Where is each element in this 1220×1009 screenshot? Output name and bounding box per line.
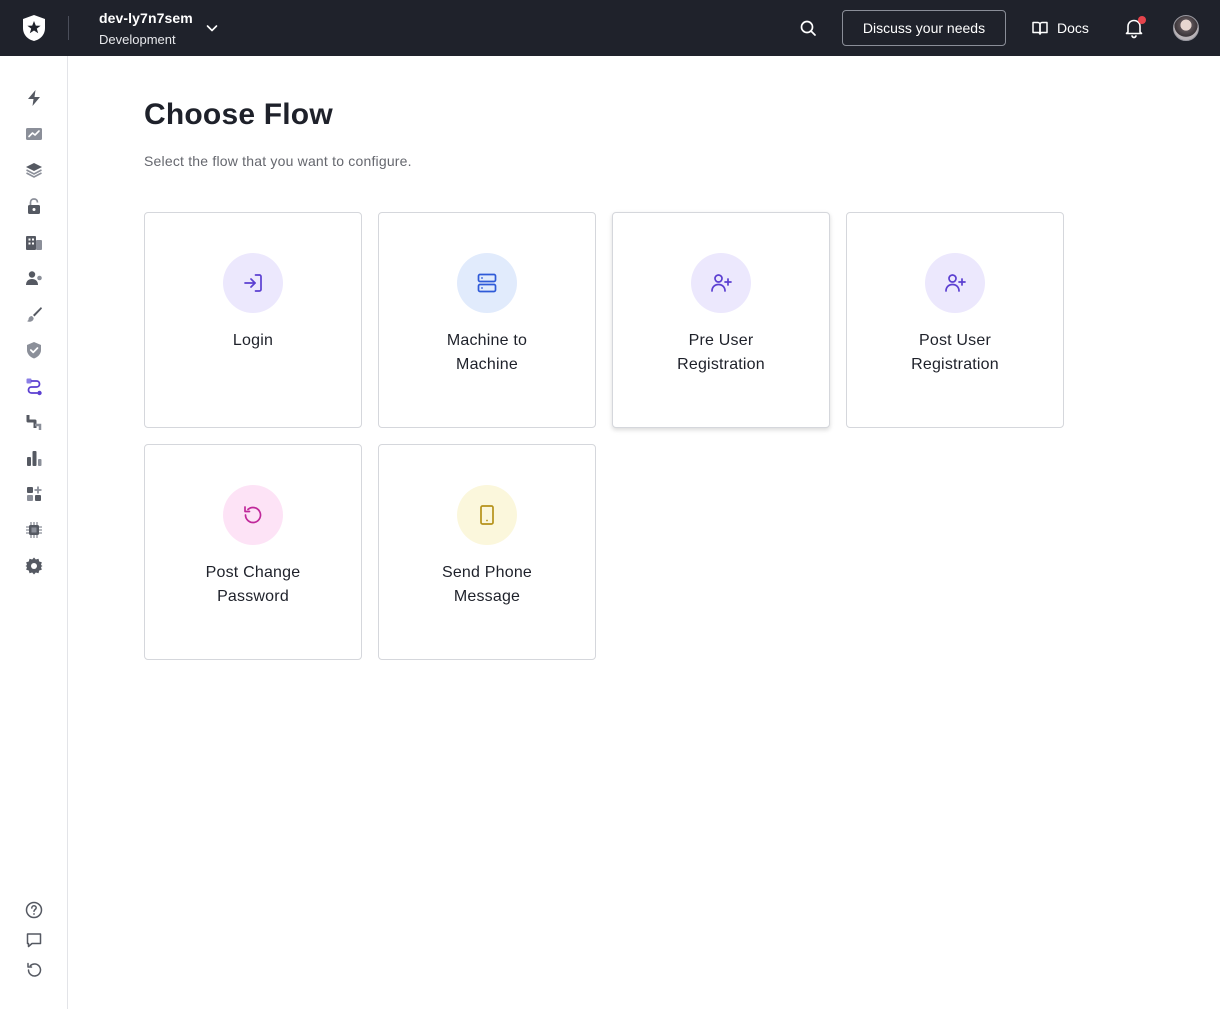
shield-icon[interactable] (24, 340, 44, 360)
flow-card-label: Send Phone Message (441, 564, 533, 605)
activity-chart-icon[interactable] (24, 124, 44, 144)
search-icon[interactable] (797, 17, 819, 39)
discuss-your-needs-button[interactable]: Discuss your needs (842, 10, 1006, 46)
pipeline-icon[interactable] (24, 412, 44, 432)
header-divider (68, 16, 69, 40)
user-plus-icon (925, 253, 985, 313)
login-icon (223, 253, 283, 313)
flow-card-label: Login (232, 332, 274, 349)
organizations-icon[interactable] (24, 232, 44, 252)
page-title: Choose Flow (144, 98, 333, 131)
chip-icon[interactable] (24, 520, 44, 540)
sidebar (0, 56, 68, 1009)
docs-label: Docs (1057, 20, 1089, 36)
gear-icon[interactable] (24, 556, 44, 576)
user-plus-icon (691, 253, 751, 313)
docs-link[interactable]: Docs (1031, 17, 1089, 39)
auth0-logo-icon[interactable] (21, 14, 47, 42)
tenant-environment: Development (99, 32, 176, 47)
flow-card-label: Post Change Password (205, 564, 301, 605)
tablet-icon (457, 485, 517, 545)
chevron-down-icon[interactable] (204, 20, 220, 36)
rotate-ccw-icon (223, 485, 283, 545)
actions-icon[interactable] (24, 376, 44, 396)
book-icon (1032, 21, 1048, 35)
avatar[interactable] (1173, 15, 1199, 41)
page-subtitle: Select the flow that you want to configu… (144, 153, 412, 169)
extensions-icon[interactable] (24, 484, 44, 504)
notification-badge (1138, 16, 1146, 24)
main-content: Choose Flow Select the flow that you wan… (68, 56, 1220, 1009)
server-icon (457, 253, 517, 313)
chat-icon[interactable] (24, 930, 44, 950)
flow-card-send-phone-message[interactable]: Send Phone Message (378, 444, 596, 660)
flow-card-pre-user-registration[interactable]: Pre User Registration (612, 212, 830, 428)
tenant-selector[interactable]: dev-ly7n7sem Development (99, 9, 193, 49)
history-icon[interactable] (24, 960, 44, 980)
lightning-icon[interactable] (24, 88, 44, 108)
brush-icon[interactable] (24, 304, 44, 324)
help-icon[interactable] (24, 900, 44, 920)
tenant-name: dev-ly7n7sem (99, 10, 193, 26)
bar-chart-icon[interactable] (24, 448, 44, 468)
flow-card-post-change-password[interactable]: Post Change Password (144, 444, 362, 660)
layers-icon[interactable] (24, 160, 44, 180)
flow-card-post-user-registration[interactable]: Post User Registration (846, 212, 1064, 428)
lock-icon[interactable] (24, 196, 44, 216)
flow-card-label: Post User Registration (911, 332, 999, 373)
flow-card-label: Machine to Machine (446, 332, 528, 373)
user-management-icon[interactable] (24, 268, 44, 288)
top-navigation-bar: dev-ly7n7sem Development Discuss your ne… (0, 0, 1220, 56)
flow-card-machine-to-machine[interactable]: Machine to Machine (378, 212, 596, 428)
flow-card-login[interactable]: Login (144, 212, 362, 428)
flow-card-label: Pre User Registration (677, 332, 765, 373)
